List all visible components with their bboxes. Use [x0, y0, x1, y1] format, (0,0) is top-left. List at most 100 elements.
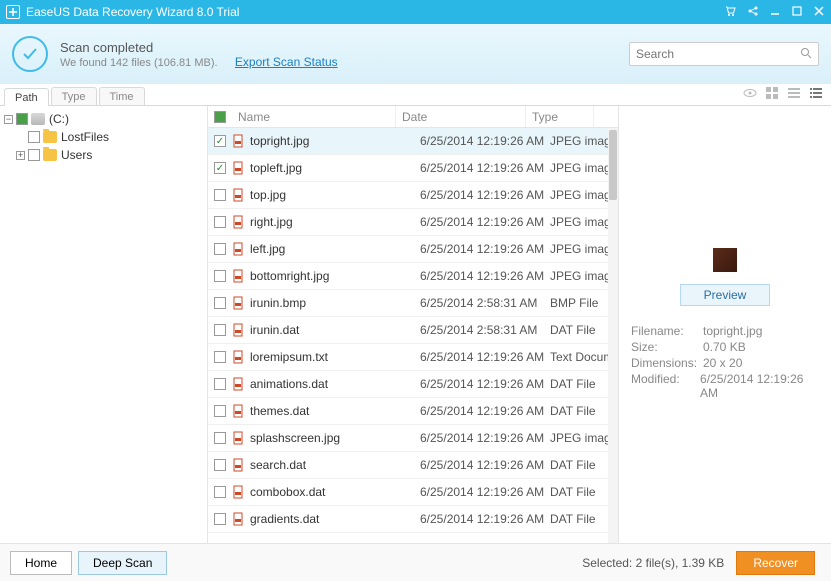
file-row[interactable]: left.jpg6/25/2014 12:19:26 AMJPEG imag [208, 236, 618, 263]
scan-status-text: Scan completed [60, 40, 338, 55]
file-name: bottomright.jpg [250, 269, 329, 283]
cart-icon[interactable] [725, 5, 737, 20]
file-row[interactable]: irunin.dat6/25/2014 2:58:31 AMDAT File [208, 317, 618, 344]
file-name: topleft.jpg [250, 161, 302, 175]
file-name: animations.dat [250, 377, 328, 391]
file-metadata: Filename:topright.jpg Size:0.70 KB Dimen… [631, 324, 819, 402]
eye-icon[interactable] [743, 86, 757, 103]
close-icon[interactable] [813, 5, 825, 20]
deep-scan-button[interactable]: Deep Scan [78, 551, 167, 575]
file-icon [232, 350, 246, 364]
share-icon[interactable] [747, 5, 759, 20]
tree-root[interactable]: − (C:) [0, 110, 207, 128]
file-icon [232, 512, 246, 526]
file-name: themes.dat [250, 404, 309, 418]
tab-type[interactable]: Type [51, 87, 97, 105]
col-type[interactable]: Type [526, 106, 594, 127]
meta-label-dimensions: Dimensions: [631, 356, 703, 370]
file-row[interactable]: irunin.bmp6/25/2014 2:58:31 AMBMP File [208, 290, 618, 317]
search-icon[interactable] [800, 47, 812, 62]
scrollbar-thumb[interactable] [609, 130, 617, 200]
file-row[interactable]: search.dat6/25/2014 12:19:26 AMDAT File [208, 452, 618, 479]
meta-value-filename: topright.jpg [703, 324, 762, 338]
file-checkbox[interactable] [214, 243, 226, 255]
file-icon [232, 431, 246, 445]
file-date: 6/25/2014 2:58:31 AM [420, 296, 550, 310]
preview-panel: Preview Filename:topright.jpg Size:0.70 … [619, 106, 831, 543]
file-date: 6/25/2014 12:19:26 AM [420, 188, 550, 202]
file-checkbox[interactable] [214, 459, 226, 471]
search-box[interactable] [629, 42, 819, 66]
detail-view-icon[interactable] [809, 86, 823, 103]
file-row[interactable]: themes.dat6/25/2014 12:19:26 AMDAT File [208, 398, 618, 425]
tree-lostfiles[interactable]: LostFiles [0, 128, 207, 146]
col-date[interactable]: Date [396, 106, 526, 127]
file-row[interactable]: topleft.jpg6/25/2014 12:19:26 AMJPEG ima… [208, 155, 618, 182]
file-checkbox[interactable] [214, 162, 226, 174]
scan-summary-text: We found 142 files (106.81 MB). [60, 57, 218, 69]
tab-time[interactable]: Time [99, 87, 145, 105]
minimize-icon[interactable] [769, 5, 781, 20]
file-row[interactable]: loremipsum.txt6/25/2014 12:19:26 AMText … [208, 344, 618, 371]
check-circle-icon [12, 36, 48, 72]
file-date: 6/25/2014 12:19:26 AM [420, 269, 550, 283]
search-input[interactable] [636, 47, 800, 61]
file-icon [232, 404, 246, 418]
preview-button[interactable]: Preview [680, 284, 770, 306]
app-title: EaseUS Data Recovery Wizard 8.0 Trial [26, 5, 725, 19]
file-row[interactable]: bottomright.jpg6/25/2014 12:19:26 AMJPEG… [208, 263, 618, 290]
file-date: 6/25/2014 12:19:26 AM [420, 431, 550, 445]
file-checkbox[interactable] [214, 513, 226, 525]
folder-tree: − (C:) LostFiles + Users [0, 106, 208, 543]
meta-label-filename: Filename: [631, 324, 703, 338]
export-scan-link[interactable]: Export Scan Status [235, 55, 338, 69]
file-icon [232, 296, 246, 310]
file-checkbox[interactable] [214, 351, 226, 363]
grid-view-icon[interactable] [765, 86, 779, 103]
file-checkbox[interactable] [214, 189, 226, 201]
file-icon [232, 377, 246, 391]
file-row[interactable]: right.jpg6/25/2014 12:19:26 AMJPEG imag [208, 209, 618, 236]
titlebar: EaseUS Data Recovery Wizard 8.0 Trial [0, 0, 831, 24]
select-all-checkbox[interactable] [214, 111, 226, 123]
file-icon [232, 134, 246, 148]
file-icon [232, 242, 246, 256]
scrollbar[interactable] [608, 128, 618, 543]
file-row[interactable]: splashscreen.jpg6/25/2014 12:19:26 AMJPE… [208, 425, 618, 452]
file-checkbox[interactable] [214, 432, 226, 444]
file-checkbox[interactable] [214, 297, 226, 309]
file-date: 6/25/2014 12:19:26 AM [420, 377, 550, 391]
meta-value-modified: 6/25/2014 12:19:26 AM [700, 372, 819, 400]
file-checkbox[interactable] [214, 486, 226, 498]
file-name: combobox.dat [250, 485, 325, 499]
tree-users[interactable]: + Users [0, 146, 207, 164]
file-date: 6/25/2014 12:19:26 AM [420, 458, 550, 472]
home-button[interactable]: Home [10, 551, 72, 575]
file-checkbox[interactable] [214, 405, 226, 417]
file-name: irunin.bmp [250, 296, 306, 310]
column-header: Name Date Type [208, 106, 618, 128]
file-date: 6/25/2014 12:19:26 AM [420, 512, 550, 526]
file-row[interactable]: top.jpg6/25/2014 12:19:26 AMJPEG imag [208, 182, 618, 209]
selection-info: Selected: 2 file(s), 1.39 KB [582, 556, 724, 570]
meta-value-dimensions: 20 x 20 [703, 356, 742, 370]
file-checkbox[interactable] [214, 135, 226, 147]
file-date: 6/25/2014 12:19:26 AM [420, 350, 550, 364]
file-row[interactable]: animations.dat6/25/2014 12:19:26 AMDAT F… [208, 371, 618, 398]
col-name[interactable]: Name [232, 106, 396, 127]
meta-value-size: 0.70 KB [703, 340, 746, 354]
file-row[interactable]: combobox.dat6/25/2014 12:19:26 AMDAT Fil… [208, 479, 618, 506]
recover-button[interactable]: Recover [736, 551, 815, 575]
file-checkbox[interactable] [214, 270, 226, 282]
maximize-icon[interactable] [791, 5, 803, 20]
tab-path[interactable]: Path [4, 88, 49, 106]
file-checkbox[interactable] [214, 378, 226, 390]
footer: Home Deep Scan Selected: 2 file(s), 1.39… [0, 543, 831, 581]
folder-icon [43, 149, 57, 161]
file-name: search.dat [250, 458, 306, 472]
file-row[interactable]: topright.jpg6/25/2014 12:19:26 AMJPEG im… [208, 128, 618, 155]
file-checkbox[interactable] [214, 216, 226, 228]
file-checkbox[interactable] [214, 324, 226, 336]
file-row[interactable]: gradients.dat6/25/2014 12:19:26 AMDAT Fi… [208, 506, 618, 533]
list-view-icon[interactable] [787, 86, 801, 103]
